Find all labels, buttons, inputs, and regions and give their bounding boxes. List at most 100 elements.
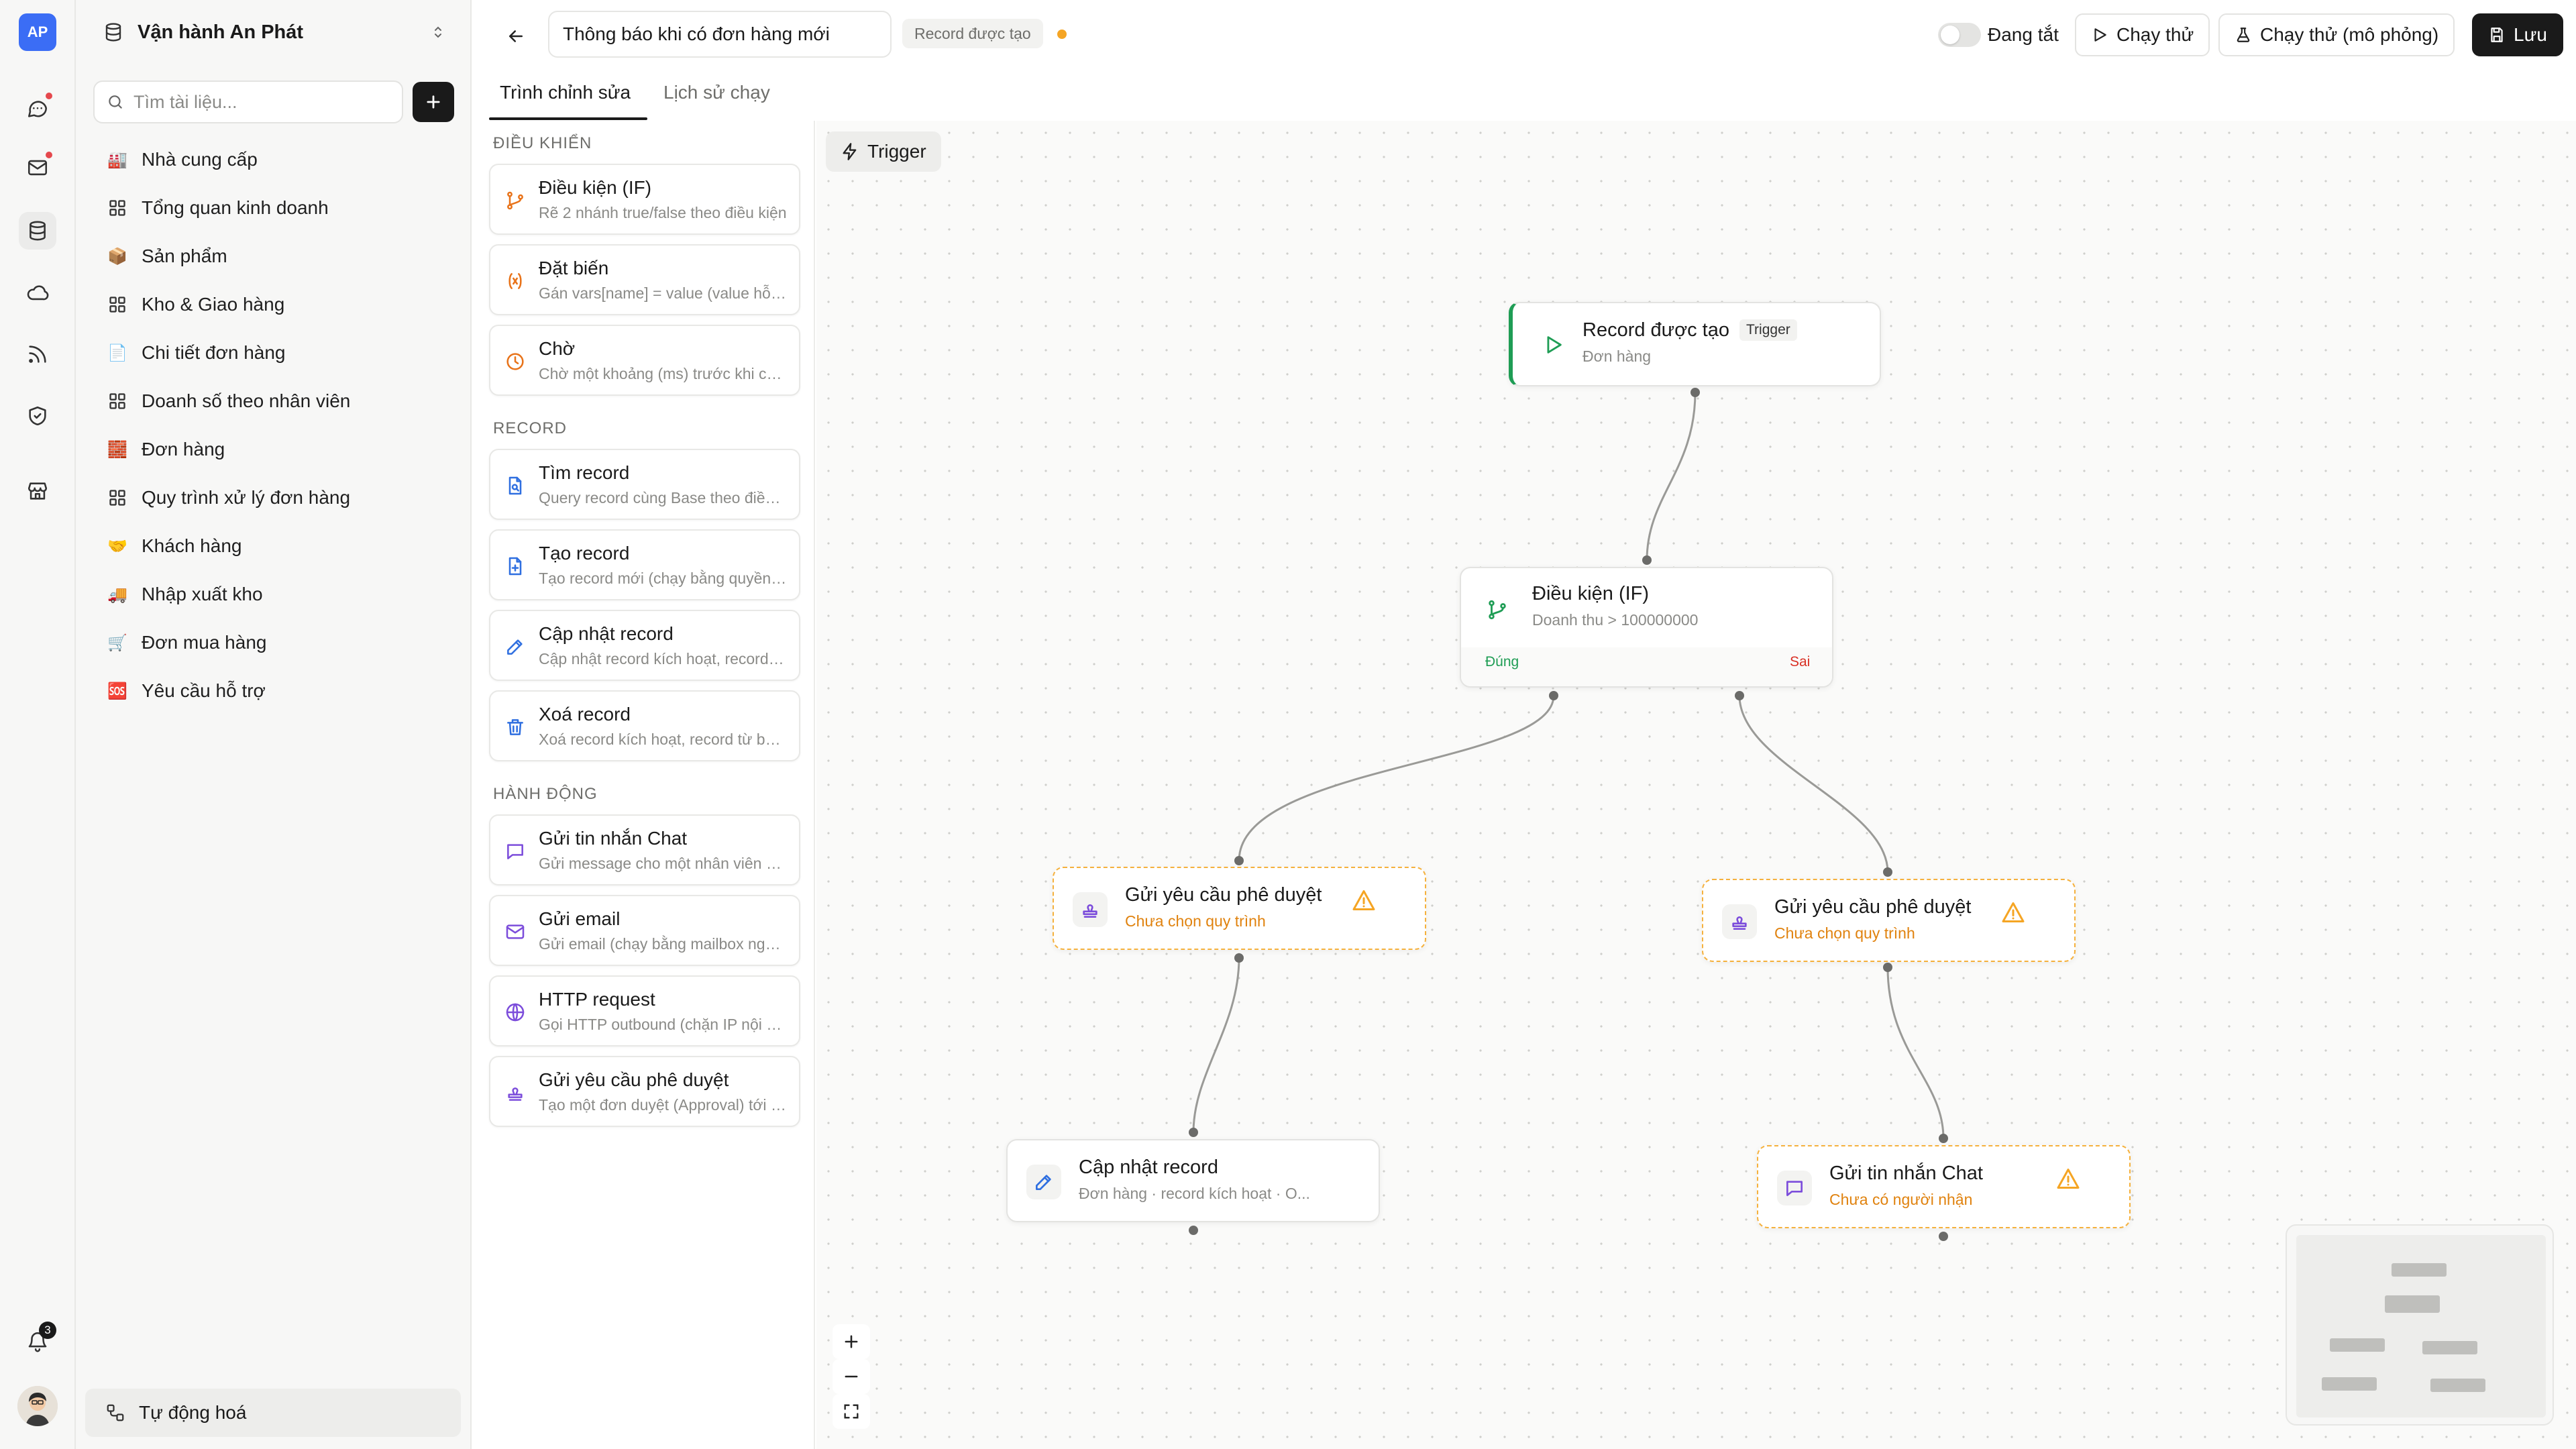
approval-node-false-branch[interactable]: Gửi yêu cầu phê duyệt Chưa chọn quy trìn… xyxy=(1702,879,2076,962)
trigger-node[interactable]: Record được tạo Trigger Đơn hàng xyxy=(1509,302,1881,386)
pencil-icon xyxy=(504,635,527,658)
node-handle[interactable] xyxy=(1939,1232,1948,1241)
node-handle[interactable] xyxy=(1939,1134,1948,1143)
back-button[interactable] xyxy=(497,17,535,55)
palette-step-card[interactable]: Gửi yêu cầu phê duyệt Tạo một đơn duyệt (… xyxy=(489,1056,800,1127)
sidebar-item[interactable]: 📄 Chi tiết đơn hàng xyxy=(93,329,455,377)
plus-icon xyxy=(845,1335,858,1348)
approval-node-true-branch[interactable]: Gửi yêu cầu phê duyệt Chưa chọn quy trìn… xyxy=(1053,867,1426,950)
zoom-out-button[interactable] xyxy=(833,1359,870,1394)
trash-icon xyxy=(504,716,527,739)
node-handle[interactable] xyxy=(1883,867,1892,877)
chat-rail-button[interactable] xyxy=(19,90,56,127)
sidebar-item[interactable]: Quy trình xử lý đơn hàng xyxy=(93,474,455,522)
arrow-left-icon xyxy=(509,30,523,42)
condition-node-title: Điều kiện (IF) xyxy=(1532,583,1650,604)
editor-tabs: Trình chỉnh sửa Lịch sử chạy xyxy=(473,70,815,121)
palette-step-card[interactable]: Tạo record Tạo record mới (chạy bằng quyề… xyxy=(489,529,800,600)
document-search[interactable] xyxy=(93,80,403,123)
sidebar-item[interactable]: 🏭 Nhà cung cấp xyxy=(93,136,455,184)
stamp-icon xyxy=(1722,904,1757,939)
truck-emoji: 🚚 xyxy=(107,585,127,604)
palette-step-title: Điều kiện (IF) xyxy=(539,177,652,198)
palette-step-card[interactable]: Cập nhật record Cập nhật record kích hoạt… xyxy=(489,610,800,681)
warning-icon xyxy=(2002,902,2025,922)
stamp-icon xyxy=(504,1081,527,1104)
sidebar-item[interactable]: Tổng quan kinh doanh xyxy=(93,184,455,232)
update-record-node[interactable]: Cập nhật record Đơn hàng · record kích h… xyxy=(1006,1139,1380,1222)
simulate-run-button[interactable]: Chạy thử (mô phỏng) xyxy=(2218,13,2455,56)
fit-view-button[interactable] xyxy=(833,1394,870,1429)
palette-section-title: RECORD xyxy=(493,419,568,437)
page-emoji: 📄 xyxy=(107,343,127,362)
security-rail-button[interactable] xyxy=(19,397,56,435)
sidebar-item[interactable]: 🤝 Khách hàng xyxy=(93,522,455,570)
sidebar-item[interactable]: Doanh số theo nhân viên xyxy=(93,377,455,425)
workflow-title-input[interactable] xyxy=(548,11,892,58)
update-record-node-title: Cập nhật record xyxy=(1079,1157,1218,1178)
node-handle[interactable] xyxy=(1189,1226,1198,1235)
variable-icon xyxy=(504,270,527,292)
node-handle[interactable] xyxy=(1234,953,1244,963)
message-icon xyxy=(1777,1171,1812,1205)
minimap[interactable] xyxy=(2286,1224,2554,1426)
sidebar-item-label: Tổng quan kinh doanh xyxy=(142,197,329,218)
unread-dot xyxy=(44,91,54,101)
sidebar-item-label: Doanh số theo nhân viên xyxy=(142,390,351,411)
tab-editor[interactable]: Trình chỉnh sửa xyxy=(500,82,631,103)
palette-step-title: Cập nhật record xyxy=(539,623,674,644)
palette-step-card[interactable]: Gửi tin nhắn Chat Gửi message cho một nhâ… xyxy=(489,814,800,885)
sidebar-item[interactable]: 🛒 Đơn mua hàng xyxy=(93,619,455,667)
globe-icon xyxy=(504,1001,527,1024)
minimap-node xyxy=(2430,1379,2485,1392)
automation-nav-item[interactable]: Tự động hoá xyxy=(85,1389,461,1437)
true-branch-handle[interactable] xyxy=(1549,691,1558,700)
feed-rail-button[interactable] xyxy=(19,335,56,373)
warning-icon xyxy=(2057,1169,2080,1189)
box-emoji: 📦 xyxy=(107,247,127,266)
database-rail-button[interactable] xyxy=(19,212,56,250)
palette-step-card[interactable]: Đặt biến Gán vars[name] = value (value hỗ… xyxy=(489,244,800,315)
palette-step-description: Gửi message cho một nhân viên hoặc nhóm xyxy=(539,855,787,872)
sidebar-item[interactable]: 🚚 Nhập xuất kho xyxy=(93,570,455,619)
workflow-canvas[interactable]: Trigger Record được tạo Trigger Đơn hàng… xyxy=(816,121,2576,1449)
user-avatar[interactable] xyxy=(17,1386,58,1426)
search-input[interactable] xyxy=(133,91,388,113)
sidebar-item[interactable]: 🧱 Đơn hàng xyxy=(93,425,455,474)
cloud-rail-button[interactable] xyxy=(19,274,56,311)
palette-step-card[interactable]: Gửi email Gửi email (chạy bằng mailbox ng… xyxy=(489,895,800,966)
palette-step-card[interactable]: Điều kiện (IF) Rẽ 2 nhánh true/false theo… xyxy=(489,164,800,235)
notifications-button[interactable]: 3 xyxy=(19,1322,56,1360)
sidebar-item[interactable]: Kho & Giao hàng xyxy=(93,280,455,329)
mail-rail-button[interactable] xyxy=(19,149,56,186)
run-test-button[interactable]: Chạy thử xyxy=(2075,13,2210,56)
palette-step-card[interactable]: Xoá record Xoá record kích hoạt, record t… xyxy=(489,690,800,761)
app-logo[interactable]: AP xyxy=(19,13,56,51)
node-handle[interactable] xyxy=(1234,856,1244,865)
node-handle[interactable] xyxy=(1189,1128,1198,1137)
condition-node[interactable]: Điều kiện (IF) Doanh thu > 100000000 Đún… xyxy=(1460,567,1833,688)
node-handle[interactable] xyxy=(1642,555,1652,565)
workspace-switcher[interactable]: Vận hành An Phát xyxy=(93,11,455,54)
palette-step-card[interactable]: Chờ Chờ một khoảng (ms) trước khi chạy ti… xyxy=(489,325,800,396)
send-chat-node[interactable]: Gửi tin nhắn Chat Chưa có người nhận xyxy=(1757,1145,2131,1228)
store-rail-button[interactable] xyxy=(19,472,56,510)
palette-step-card[interactable]: Tìm record Query record cùng Base theo đi… xyxy=(489,449,800,520)
enable-toggle[interactable] xyxy=(1938,23,1981,47)
palette-step-title: Tạo record xyxy=(539,543,630,564)
dashboard-icon xyxy=(107,487,128,508)
sidebar-item-label: Quy trình xử lý đơn hàng xyxy=(142,487,351,508)
minimap-node xyxy=(2322,1377,2377,1391)
sidebar-item[interactable]: 📦 Sản phẩm xyxy=(93,232,455,280)
node-handle[interactable] xyxy=(1690,388,1700,397)
false-branch-handle[interactable] xyxy=(1735,691,1744,700)
node-handle[interactable] xyxy=(1883,963,1892,972)
palette-section-title: ĐIỀU KHIỂN xyxy=(493,134,592,152)
palette-step-card[interactable]: HTTP request Gọi HTTP outbound (chặn IP n… xyxy=(489,975,800,1046)
add-document-button[interactable] xyxy=(413,82,454,122)
sidebar-item[interactable]: 🆘 Yêu cầu hỗ trợ xyxy=(93,667,455,715)
tab-run-history[interactable]: Lịch sử chạy xyxy=(663,82,770,103)
sidebar-item-label: Nhập xuất kho xyxy=(142,584,263,604)
zoom-in-button[interactable] xyxy=(833,1324,870,1359)
save-button[interactable]: Lưu xyxy=(2472,13,2563,56)
